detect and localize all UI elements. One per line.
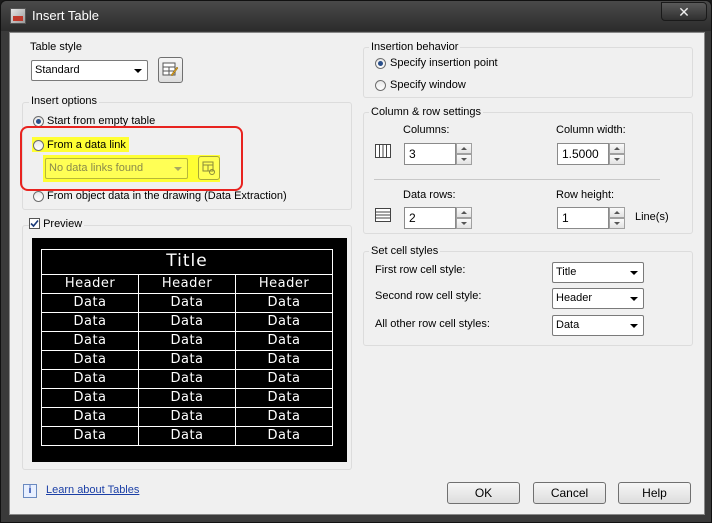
object-data-radio[interactable] <box>33 191 44 202</box>
data-rows-spinner[interactable] <box>456 207 472 229</box>
ok-button[interactable]: OK <box>447 482 520 504</box>
first-row-style-label: First row cell style: <box>375 264 466 276</box>
column-width-spinner[interactable] <box>609 143 625 165</box>
other-rows-style-dropdown[interactable]: Data <box>552 315 644 336</box>
preview-title-cell: Title <box>41 249 333 275</box>
specify-window-radio[interactable] <box>375 80 386 91</box>
preview-label: Preview <box>43 218 83 230</box>
learn-about-tables-link[interactable]: Learn about Tables <box>46 484 139 496</box>
table-style-dialog-button[interactable] <box>158 57 183 83</box>
cell-styles-label: Set cell styles <box>369 245 441 257</box>
table-style-label: Table style <box>30 41 82 53</box>
preview-data-cell: Data <box>41 369 139 389</box>
divider <box>374 179 660 180</box>
preview-data-cell: Data <box>235 369 333 389</box>
preview-data-cell: Data <box>235 312 333 332</box>
table-preview: Title Header Header Header Data Data Dat… <box>32 238 347 462</box>
close-button[interactable]: ✕ <box>661 2 707 21</box>
dialog-client-area: Table style Standard Insert options Star… <box>9 32 705 515</box>
preview-data-cell: Data <box>138 293 236 313</box>
specify-window-label: Specify window <box>390 79 466 91</box>
row-height-label: Row height: <box>556 189 615 201</box>
checkmark-icon <box>30 219 39 228</box>
object-data-label: From object data in the drawing (Data Ex… <box>47 190 287 202</box>
preview-label-wrap: Preview <box>29 218 85 230</box>
preview-checkbox[interactable] <box>29 218 40 229</box>
preview-data-cell: Data <box>41 426 139 446</box>
preview-data-cell: Data <box>41 312 139 332</box>
preview-data-cell: Data <box>138 369 236 389</box>
column-width-input[interactable]: 1.5000 <box>557 143 609 165</box>
second-row-style-dropdown[interactable]: Header <box>552 288 644 309</box>
table-style-value: Standard <box>35 64 80 76</box>
insertion-point-radio[interactable] <box>375 58 386 69</box>
table-edit-icon <box>162 62 179 77</box>
preview-data-cell: Data <box>41 331 139 351</box>
window-title: Insert Table <box>32 8 99 23</box>
preview-data-cell: Data <box>235 293 333 313</box>
preview-data-cell: Data <box>138 312 236 332</box>
preview-header-cell: Header <box>235 274 333 294</box>
insert-table-dialog: Insert Table ✕ Table style Standard Inse… <box>0 0 712 523</box>
info-icon: i <box>23 484 37 498</box>
columns-icon <box>375 144 391 158</box>
second-row-style-label: Second row cell style: <box>375 290 482 302</box>
columns-label: Columns: <box>403 124 450 136</box>
chevron-down-icon <box>630 324 638 328</box>
preview-data-cell: Data <box>41 350 139 370</box>
preview-data-cell: Data <box>41 407 139 427</box>
chevron-down-icon <box>630 271 638 275</box>
first-row-style-dropdown[interactable]: Title <box>552 262 644 283</box>
cancel-button[interactable]: Cancel <box>533 482 606 504</box>
chevron-down-icon <box>134 69 142 73</box>
table-style-dropdown[interactable]: Standard <box>31 60 148 81</box>
row-height-input[interactable]: 1 <box>557 207 609 229</box>
annotation-red-box <box>20 126 243 191</box>
preview-data-cell: Data <box>235 350 333 370</box>
chevron-down-icon <box>630 297 638 301</box>
columns-input[interactable]: 3 <box>404 143 456 165</box>
preview-data-cell: Data <box>235 407 333 427</box>
data-rows-label: Data rows: <box>403 189 456 201</box>
insertion-behavior-label: Insertion behavior <box>369 41 461 53</box>
preview-data-cell: Data <box>235 388 333 408</box>
first-row-style-value: Title <box>556 266 577 278</box>
insert-options-label: Insert options <box>29 95 100 107</box>
preview-data-cell: Data <box>138 407 236 427</box>
title-bar[interactable]: Insert Table ✕ <box>1 1 711 31</box>
column-width-label: Column width: <box>556 124 626 136</box>
preview-data-cell: Data <box>41 293 139 313</box>
preview-data-cell: Data <box>138 350 236 370</box>
preview-data-cell: Data <box>41 388 139 408</box>
preview-data-cell: Data <box>235 426 333 446</box>
lines-unit-label: Line(s) <box>635 211 669 223</box>
preview-data-cell: Data <box>138 426 236 446</box>
column-row-settings-label: Column & row settings <box>369 106 484 118</box>
columns-spinner[interactable] <box>456 143 472 165</box>
preview-data-cell: Data <box>235 331 333 351</box>
preview-data-cell: Data <box>138 388 236 408</box>
preview-header-cell: Header <box>41 274 139 294</box>
second-row-style-value: Header <box>556 292 593 304</box>
autocad-app-icon <box>10 8 26 24</box>
rows-icon <box>375 208 391 222</box>
row-height-spinner[interactable] <box>609 207 625 229</box>
preview-header-cell: Header <box>138 274 236 294</box>
preview-data-cell: Data <box>138 331 236 351</box>
other-rows-style-value: Data <box>556 319 580 331</box>
data-rows-input[interactable]: 2 <box>404 207 456 229</box>
other-rows-style-label: All other row cell styles: <box>375 318 490 330</box>
help-button[interactable]: Help <box>618 482 691 504</box>
insertion-point-label: Specify insertion point <box>390 57 498 69</box>
